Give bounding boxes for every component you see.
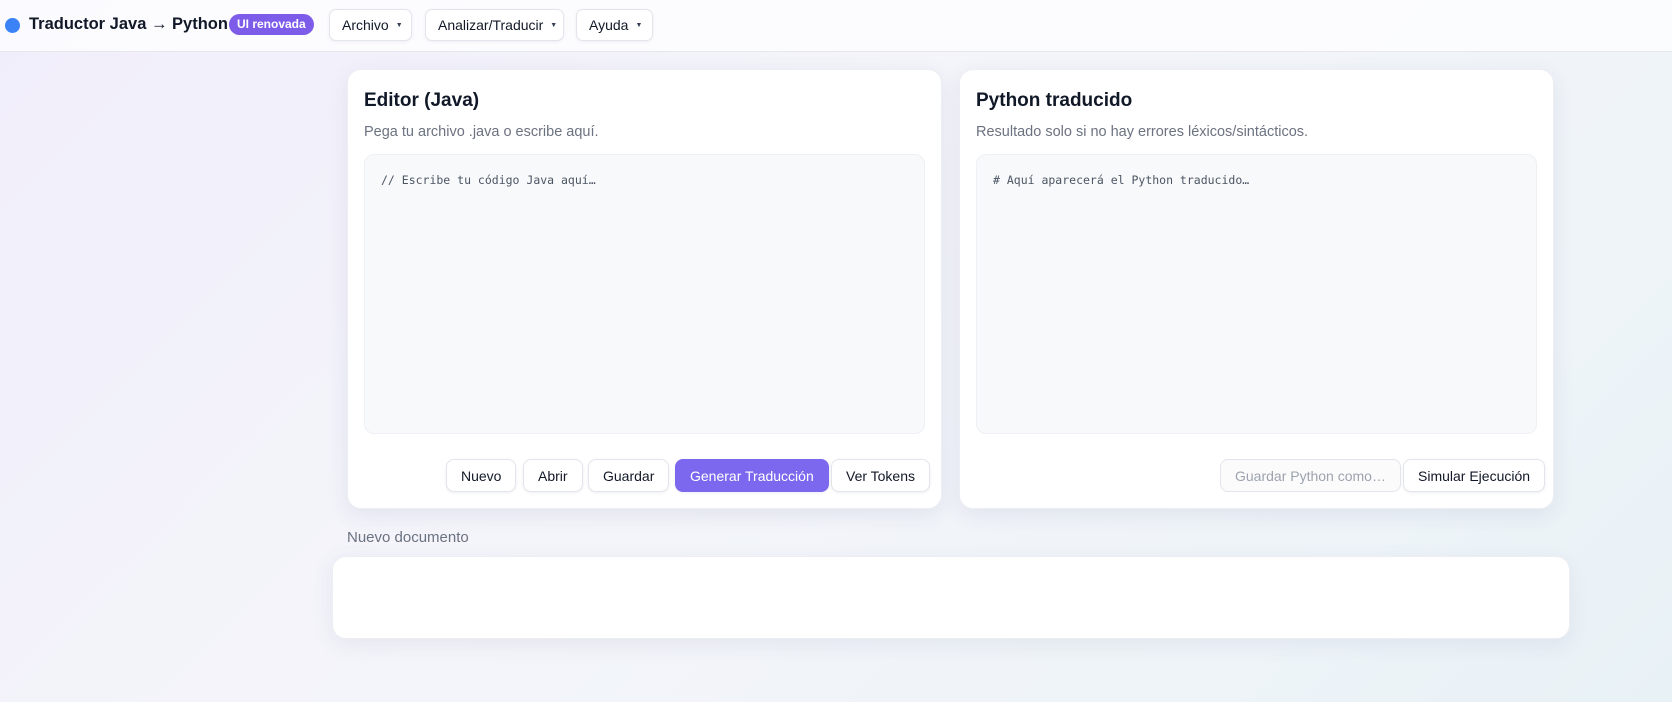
console-output-panel (332, 556, 1570, 639)
python-title: Python traducido (976, 90, 1133, 111)
editor-subtitle: Pega tu archivo .java o escribe aquí. (364, 124, 599, 140)
menu-ayuda[interactable]: Ayuda ▼ (576, 9, 653, 41)
python-code-output[interactable] (976, 154, 1537, 434)
top-bar: Traductor Java → Python UI renovada Arch… (0, 0, 1672, 52)
document-status: Nuevo documento (347, 529, 469, 546)
new-button[interactable]: Nuevo (446, 459, 517, 492)
menu-analizar-label: Analizar/Traducir (438, 17, 544, 33)
menu-archivo-label: Archivo (342, 17, 389, 33)
save-button[interactable]: Guardar (588, 459, 670, 492)
editor-title: Editor (Java) (364, 90, 480, 111)
python-subtitle: Resultado solo si no hay errores léxicos… (976, 124, 1309, 140)
menu-ayuda-label: Ayuda (589, 17, 629, 33)
python-card: Python traducido Resultado solo si no ha… (959, 69, 1554, 509)
editor-card: Editor (Java) Pega tu archivo .java o es… (347, 69, 942, 509)
simulate-execution-button[interactable]: Simular Ejecución (1403, 459, 1546, 492)
caret-down-icon: ▼ (635, 21, 643, 29)
menu-archivo[interactable]: Archivo ▼ (329, 9, 412, 41)
save-python-as-button[interactable]: Guardar Python como… (1220, 459, 1401, 492)
caret-down-icon: ▼ (395, 21, 403, 29)
app-status-dot-icon (5, 18, 20, 33)
java-code-input[interactable] (364, 154, 925, 434)
view-tokens-button[interactable]: Ver Tokens (831, 459, 931, 492)
generate-translation-button[interactable]: Generar Traducción (675, 459, 829, 492)
caret-down-icon: ▼ (550, 21, 558, 29)
menu-analizar-traducir[interactable]: Analizar/Traducir ▼ (425, 9, 564, 41)
open-button[interactable]: Abrir (523, 459, 583, 492)
app-title: Traductor Java → Python (29, 15, 228, 33)
version-badge: UI renovada (229, 14, 314, 35)
